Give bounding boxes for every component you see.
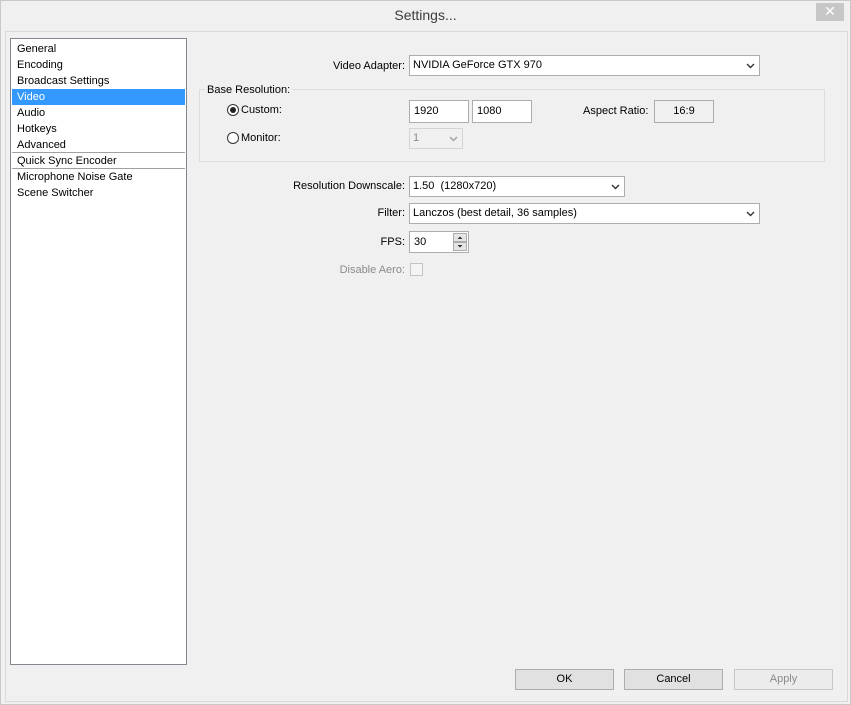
- fps-decrement-button[interactable]: [453, 242, 467, 251]
- monitor-radio[interactable]: [227, 132, 239, 144]
- aspect-ratio-label: Aspect Ratio:: [583, 105, 649, 117]
- filter-value: Lanczos (best detail, 36 samples): [413, 207, 577, 219]
- chevron-down-icon: [449, 129, 459, 148]
- resolution-downscale-label: Resolution Downscale:: [293, 180, 405, 192]
- nav-item-broadcast-settings[interactable]: Broadcast Settings: [12, 73, 185, 89]
- close-icon: ✕: [824, 3, 836, 19]
- monitor-label[interactable]: Monitor:: [241, 131, 281, 145]
- base-resolution-label: Base Resolution:: [205, 83, 293, 97]
- close-button[interactable]: ✕: [816, 3, 844, 21]
- settings-category-list[interactable]: General Encoding Broadcast Settings Vide…: [10, 38, 187, 665]
- nav-item-hotkeys[interactable]: Hotkeys: [12, 121, 185, 137]
- cancel-button[interactable]: Cancel: [624, 669, 723, 690]
- nav-item-advanced[interactable]: Advanced: [12, 137, 185, 153]
- fps-increment-button[interactable]: [453, 233, 467, 242]
- monitor-value: 1: [413, 132, 420, 144]
- nav-item-encoding[interactable]: Encoding: [12, 57, 185, 73]
- aspect-ratio-value: 16:9: [654, 100, 714, 123]
- fps-spinbox[interactable]: 30: [409, 231, 469, 253]
- nav-item-scene-switcher[interactable]: Scene Switcher: [12, 185, 185, 201]
- fps-value: 30: [414, 236, 427, 248]
- chevron-down-icon: [611, 177, 621, 196]
- video-adapter-label: Video Adapter:: [333, 60, 405, 72]
- ok-button[interactable]: OK: [515, 669, 614, 690]
- chevron-down-icon: [457, 245, 463, 248]
- resolution-width-input[interactable]: 1920: [409, 100, 469, 123]
- resolution-downscale-value: 1.50 (1280x720): [413, 180, 497, 192]
- window-title: Settings...: [394, 7, 457, 23]
- chevron-up-icon: [457, 236, 463, 239]
- disable-aero-checkbox[interactable]: [410, 263, 423, 276]
- nav-item-general[interactable]: General: [12, 41, 185, 57]
- radio-dot: [230, 107, 236, 113]
- fps-label: FPS:: [380, 236, 405, 248]
- custom-radio[interactable]: [227, 104, 239, 116]
- resolution-height-input[interactable]: 1080: [472, 100, 532, 123]
- resolution-downscale-select[interactable]: 1.50 (1280x720): [409, 176, 625, 197]
- custom-label[interactable]: Custom:: [241, 103, 282, 117]
- nav-item-audio[interactable]: Audio: [12, 105, 185, 121]
- filter-select[interactable]: Lanczos (best detail, 36 samples): [409, 203, 760, 224]
- nav-item-microphone-noise-gate[interactable]: Microphone Noise Gate: [12, 169, 185, 185]
- nav-item-video[interactable]: Video: [12, 89, 185, 105]
- nav-item-quick-sync-encoder[interactable]: Quick Sync Encoder: [12, 153, 185, 169]
- chevron-down-icon: [746, 204, 756, 223]
- video-adapter-select[interactable]: NVIDIA GeForce GTX 970: [409, 55, 760, 76]
- monitor-select[interactable]: 1: [409, 128, 463, 149]
- title-bar: Settings... ✕: [1, 1, 850, 31]
- disable-aero-label: Disable Aero:: [339, 264, 405, 276]
- video-adapter-value: NVIDIA GeForce GTX 970: [413, 59, 542, 71]
- fps-spin-buttons: [452, 232, 468, 252]
- filter-label: Filter:: [377, 207, 406, 219]
- chevron-down-icon: [746, 56, 756, 75]
- apply-button[interactable]: Apply: [734, 669, 833, 690]
